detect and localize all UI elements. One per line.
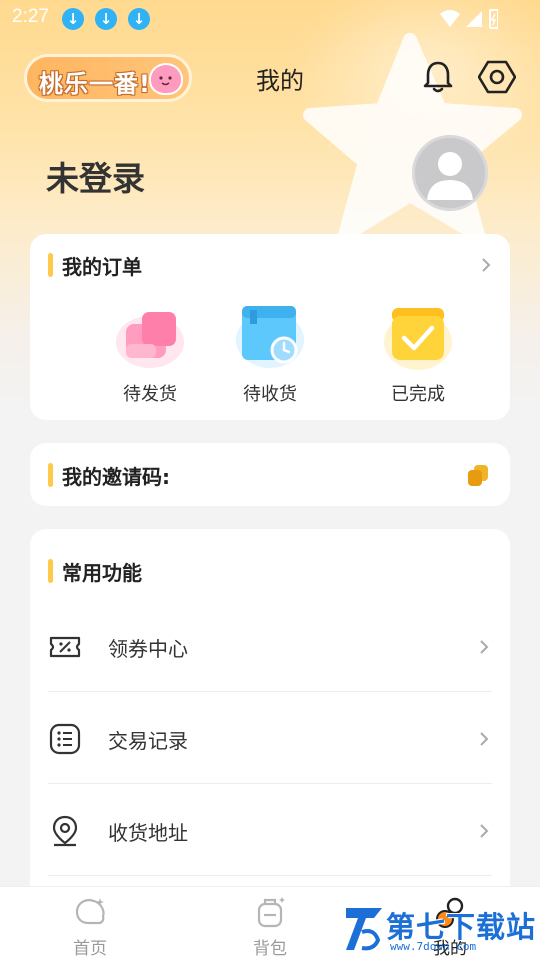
nav-label: 首页 (73, 939, 107, 959)
list-icon (49, 723, 81, 755)
functions-title: 常用功能 (62, 561, 142, 585)
orders-title[interactable]: 我的订单 (62, 251, 142, 280)
watermark: 第七下载站 www.7down.com (340, 894, 540, 960)
function-label: 交易记录 (108, 729, 188, 753)
chevron-right-icon[interactable] (480, 257, 492, 273)
pink-box-icon (112, 298, 188, 374)
avatar[interactable] (412, 135, 488, 211)
divider (48, 875, 492, 876)
settings-hexagon-icon[interactable] (478, 58, 516, 96)
status-bar: 2:27 ↓ ↓ ↓ (0, 0, 540, 36)
order-pending-receive[interactable]: 待收货 (210, 298, 330, 406)
page-title: 我的 (256, 67, 304, 95)
chevron-right-icon (480, 640, 489, 654)
section-accent-bar (48, 253, 53, 277)
section-accent-bar (48, 559, 53, 583)
section-accent-bar (48, 463, 53, 487)
download-icon: ↓ (95, 8, 117, 30)
nav-backpack[interactable]: 背包 (220, 895, 320, 959)
coupon-icon (49, 636, 81, 658)
functions-card: 常用功能 领券中心 交易记录 收货地址 (30, 529, 510, 909)
backpack-icon (257, 897, 285, 928)
function-shipping-address[interactable]: 收货地址 (30, 784, 510, 876)
bell-icon[interactable] (419, 58, 457, 96)
order-label: 已完成 (391, 384, 445, 405)
invite-title: 我的邀请码: (62, 465, 170, 489)
location-pin-icon (52, 815, 78, 847)
chevron-right-icon (480, 732, 489, 746)
blue-box-clock-icon (232, 298, 308, 374)
peach-mascot-icon (149, 63, 183, 95)
copy-icon[interactable] (466, 463, 490, 487)
function-transaction-records[interactable]: 交易记录 (30, 692, 510, 784)
watermark-url: www.7down.com (390, 940, 477, 953)
invite-card: 我的邀请码: (30, 443, 510, 506)
watermark-logo-icon (346, 908, 382, 951)
orders-card: 我的订单 待发货 待收货 已完成 (30, 234, 510, 420)
function-label: 领券中心 (108, 637, 188, 661)
order-pending-ship[interactable]: 待发货 (90, 298, 210, 406)
function-label: 收货地址 (108, 821, 188, 845)
logo-text: 桃乐一番! (39, 70, 151, 98)
home-icon (75, 898, 105, 925)
function-coupon-center[interactable]: 领券中心 (30, 600, 510, 692)
login-status[interactable]: 未登录 (46, 152, 145, 200)
nav-home[interactable]: 首页 (40, 895, 140, 959)
nav-label: 背包 (253, 939, 287, 959)
yellow-box-check-icon (380, 298, 456, 374)
system-status-icons (440, 9, 498, 29)
chevron-right-icon (480, 824, 489, 838)
order-label: 待收货 (243, 384, 297, 405)
status-time: 2:27 (12, 6, 49, 27)
download-icon: ↓ (62, 8, 84, 30)
download-icon: ↓ (128, 8, 150, 30)
order-label: 待发货 (123, 384, 177, 405)
default-avatar-icon (427, 152, 473, 200)
app-logo: 桃乐一番! (24, 54, 192, 102)
order-completed[interactable]: 已完成 (358, 298, 478, 406)
